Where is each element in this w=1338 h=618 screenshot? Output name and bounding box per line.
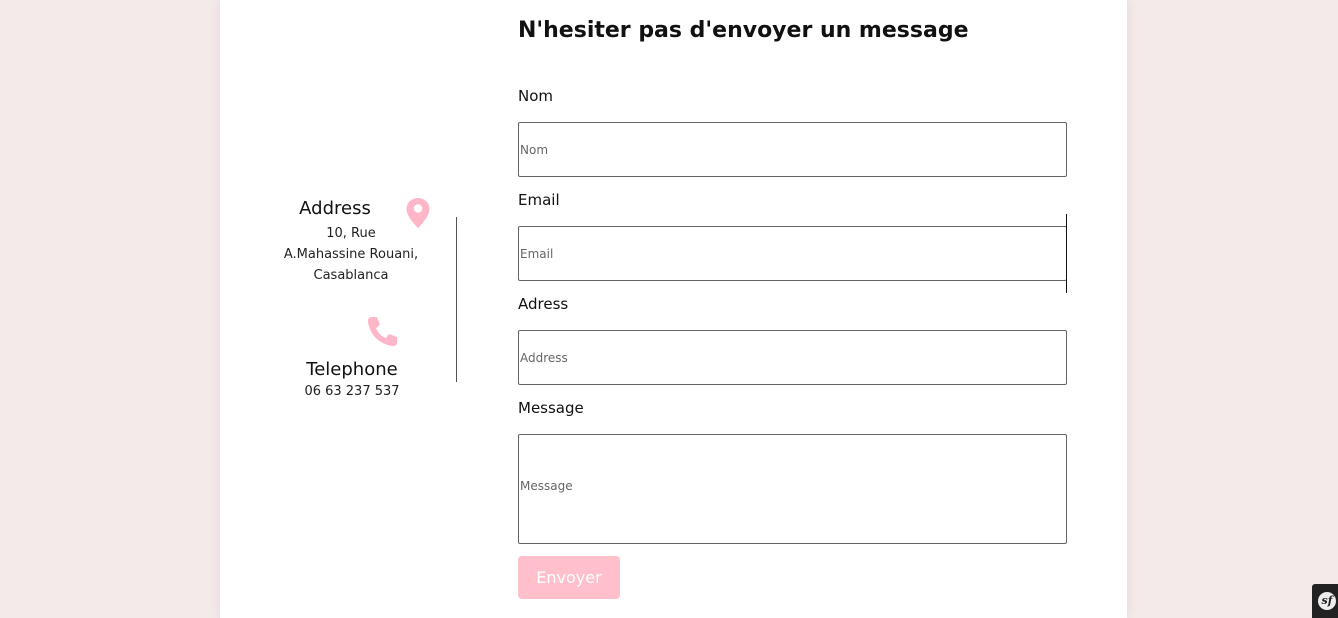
address-text: 10, Rue A.Mahassine Rouani, Casablanca (272, 223, 430, 286)
phone-icon (366, 314, 400, 348)
message-label: Message (518, 399, 584, 417)
email-label: Email (518, 191, 560, 209)
address-line-3: Casablanca (313, 268, 389, 283)
vertical-divider (456, 217, 457, 382)
address-line-2: A.Mahassine Rouani, (283, 247, 419, 262)
address-input[interactable] (518, 330, 1067, 385)
message-textarea[interactable] (518, 434, 1067, 544)
symfony-icon: sf (1318, 592, 1336, 610)
send-button[interactable]: Envoyer (518, 556, 620, 599)
text-cursor (1066, 214, 1067, 293)
email-input[interactable] (518, 226, 1067, 281)
map-pin-icon (405, 197, 431, 229)
telephone-number: 06 63 237 537 (304, 384, 400, 399)
form-title: N'hesiter pas d'envoyer un message (518, 18, 969, 43)
address-label: Adress (518, 295, 569, 313)
nom-label: Nom (518, 87, 554, 105)
nom-input[interactable] (518, 122, 1067, 177)
contact-card: Address 10, Rue A.Mahassine Rouani, Casa… (220, 0, 1127, 618)
telephone-heading: Telephone (306, 359, 398, 380)
symfony-toolbar-toggle[interactable]: sf (1312, 584, 1338, 618)
address-heading: Address (299, 198, 371, 219)
